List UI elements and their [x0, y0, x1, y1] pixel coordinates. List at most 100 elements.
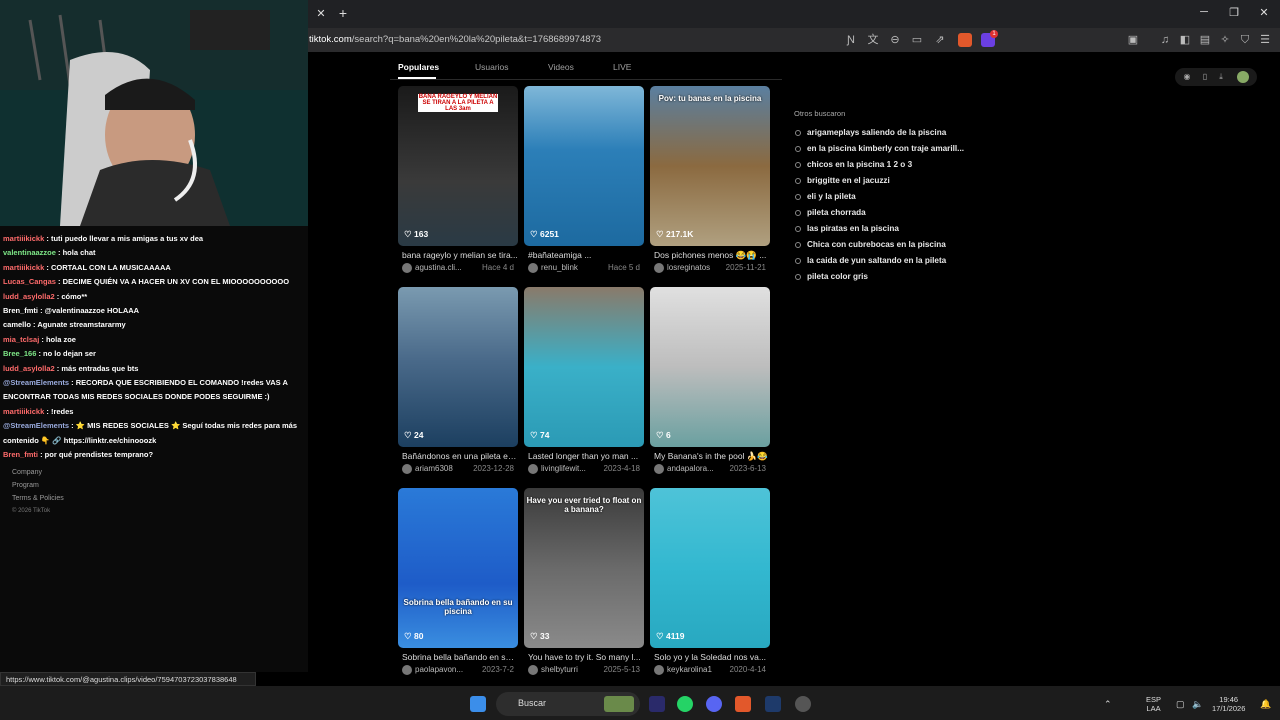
author-avatar[interactable] — [654, 665, 664, 675]
video-author[interactable]: losreginatos — [654, 263, 710, 273]
video-title[interactable]: Bañándonos en una pileta es... — [402, 451, 518, 461]
related-search-item[interactable]: la caida de yun saltando en la pileta — [795, 256, 946, 265]
phone-icon[interactable]: ▯ — [1199, 71, 1211, 83]
split-view-icon[interactable]: ◧ — [1178, 33, 1192, 47]
sidebar-icon[interactable]: ▣ — [1126, 33, 1140, 47]
video-card[interactable]: ♡ 6251 #bañateamiga ... renu_blink Hace 5 d — [524, 86, 644, 276]
record-icon[interactable]: ◉ — [1181, 71, 1193, 83]
notification-icon[interactable]: 🔔 — [1260, 699, 1271, 710]
video-title[interactable]: You have to try it. So many l... — [528, 652, 644, 662]
video-thumbnail[interactable]: Pov: tu banas en la piscina ♡ 217.1K — [650, 86, 770, 246]
whatsapp-icon[interactable] — [677, 696, 693, 712]
related-search-item[interactable]: arigameplays saliendo de la piscina — [795, 128, 946, 137]
related-search-item[interactable]: en la piscina kimberly con traje amarill… — [795, 144, 964, 153]
video-author[interactable]: keykarolina1 — [654, 665, 712, 675]
search-highlight-icon[interactable] — [604, 696, 634, 712]
video-card[interactable]: Pov: tu banas en la piscina ♡ 217.1K Dos p… — [650, 86, 770, 276]
video-title[interactable]: Sobrina bella bañando en su piscina — [402, 652, 518, 662]
network-icon[interactable]: ▢ — [1176, 699, 1185, 710]
video-author[interactable]: agustina.cli... — [402, 263, 462, 273]
author-avatar[interactable] — [654, 464, 664, 474]
video-author[interactable]: paolapavon... — [402, 665, 463, 675]
discord-icon[interactable] — [706, 696, 722, 712]
reader-mode-icon[interactable]: Ɲ — [844, 33, 858, 47]
related-search-item[interactable]: eli y la pileta — [795, 192, 856, 201]
brave-taskbar-icon[interactable] — [735, 696, 751, 712]
video-thumbnail[interactable]: ♡ 24 — [398, 287, 518, 447]
menu-icon[interactable]: ☰ — [1258, 33, 1272, 47]
author-name[interactable]: keykarolina1 — [667, 665, 712, 674]
video-author[interactable]: livinglifewit... — [528, 464, 586, 474]
tab-populares[interactable]: Populares — [398, 62, 439, 72]
video-title[interactable]: Dos pichones menos 😂😭 ... — [654, 250, 770, 261]
avatar[interactable] — [1237, 71, 1249, 83]
video-card[interactable]: ♡ 74 Lasted longer than yo man ... livingl… — [524, 287, 644, 477]
obs-icon[interactable] — [795, 696, 811, 712]
download-icon[interactable]: ⤓ — [1215, 71, 1227, 83]
premiere-icon[interactable] — [649, 696, 665, 712]
video-thumbnail[interactable]: ♡ 6251 — [524, 86, 644, 246]
video-title[interactable]: bana rageylo y melian se tira... — [402, 250, 518, 260]
footer-terms[interactable]: Terms & Policies — [12, 495, 64, 502]
video-author[interactable]: ariam6308 — [402, 464, 453, 474]
video-author[interactable]: renu_blink — [528, 263, 578, 273]
related-search-item[interactable]: briggitte en el jacuzzi — [795, 176, 890, 185]
video-card[interactable]: Have you ever tried to float on a banana… — [524, 488, 644, 678]
restore-icon[interactable]: ❐ — [1224, 6, 1244, 19]
video-author[interactable]: shelbyturri — [528, 665, 578, 675]
share-icon[interactable]: ⇗ — [933, 33, 947, 47]
author-name[interactable]: agustina.cli... — [415, 263, 462, 272]
video-thumbnail[interactable]: Sobrina bella bañando en su piscina ♡ 80 — [398, 488, 518, 648]
language-indicator[interactable]: ESP LAA — [1146, 695, 1161, 713]
media-icon[interactable]: ♫ — [1158, 33, 1172, 47]
tab-usuarios[interactable]: Usuarios — [475, 62, 509, 72]
volume-icon[interactable]: 🔈 — [1192, 699, 1203, 710]
minimize-icon[interactable]: ─ — [1194, 6, 1214, 18]
author-name[interactable]: shelbyturri — [541, 665, 578, 674]
author-name[interactable]: ariam6308 — [415, 464, 453, 473]
wallet-icon[interactable]: ▤ — [1198, 33, 1212, 47]
author-avatar[interactable] — [528, 665, 538, 675]
author-avatar[interactable] — [402, 464, 412, 474]
video-title[interactable]: Lasted longer than yo man ... — [528, 451, 644, 461]
video-title[interactable]: #bañateamiga ... — [528, 250, 644, 260]
author-avatar[interactable] — [528, 464, 538, 474]
related-search-item[interactable]: Chica con cubrebocas en la piscina — [795, 240, 946, 249]
url-text[interactable]: tiktok.com/search?q=bana%20en%20la%20pil… — [309, 34, 601, 45]
author-name[interactable]: paolapavon... — [415, 665, 463, 674]
related-search-item[interactable]: chicos en la piscina 1 2 o 3 — [795, 160, 912, 169]
clock[interactable]: 19:46 17/1/2026 — [1212, 695, 1245, 713]
video-thumbnail[interactable]: ♡ 74 — [524, 287, 644, 447]
cast-icon[interactable]: ▭ — [910, 33, 924, 47]
video-card[interactable]: ♡ 24 Bañándonos en una pileta es... ariam6… — [398, 287, 518, 477]
author-name[interactable]: losreginatos — [667, 263, 710, 272]
video-card[interactable]: ♡ 4119 Solo yo y la Soledad nos va... keyk… — [650, 488, 770, 678]
start-icon[interactable] — [470, 696, 486, 712]
author-name[interactable]: livinglifewit... — [541, 464, 586, 473]
zoom-icon[interactable]: ⊖ — [888, 33, 902, 47]
video-thumbnail[interactable]: ♡ 4119 — [650, 488, 770, 648]
video-card[interactable]: Sobrina bella bañando en su piscina ♡ 80 S… — [398, 488, 518, 678]
leo-ai-icon[interactable]: ✧ — [1218, 33, 1232, 47]
video-title[interactable]: My Banana's in the pool 🍌😂 — [654, 451, 770, 462]
author-avatar[interactable] — [402, 665, 412, 675]
author-avatar[interactable] — [528, 263, 538, 273]
video-thumbnail[interactable]: Have you ever tried to float on a banana… — [524, 488, 644, 648]
video-thumbnail[interactable]: BANA RAGEYLO Y MELIAN SE TIRAN A LA PILE… — [398, 86, 518, 246]
tab-live[interactable]: LIVE — [613, 62, 631, 72]
close-tab-icon[interactable]: ✕ — [313, 6, 329, 22]
related-search-item[interactable]: pileta chorrada — [795, 208, 866, 217]
video-card[interactable]: ♡ 6 My Banana's in the pool 🍌😂 andapalora.… — [650, 287, 770, 477]
author-avatar[interactable] — [654, 263, 664, 273]
video-card[interactable]: BANA RAGEYLO Y MELIAN SE TIRAN A LA PILE… — [398, 86, 518, 276]
tray-chevron-icon[interactable]: ⌃ — [1104, 699, 1112, 710]
photoshop-icon[interactable] — [765, 696, 781, 712]
video-author[interactable]: andapalora... — [654, 464, 714, 474]
new-tab-icon[interactable]: + — [335, 5, 351, 21]
footer-program[interactable]: Program — [12, 482, 39, 489]
author-avatar[interactable] — [402, 263, 412, 273]
footer-company[interactable]: Company — [12, 469, 42, 476]
brave-shields-icon[interactable] — [958, 33, 972, 47]
tab-videos[interactable]: Videos — [548, 62, 574, 72]
vpn-icon[interactable]: ⛉ — [1238, 33, 1252, 47]
